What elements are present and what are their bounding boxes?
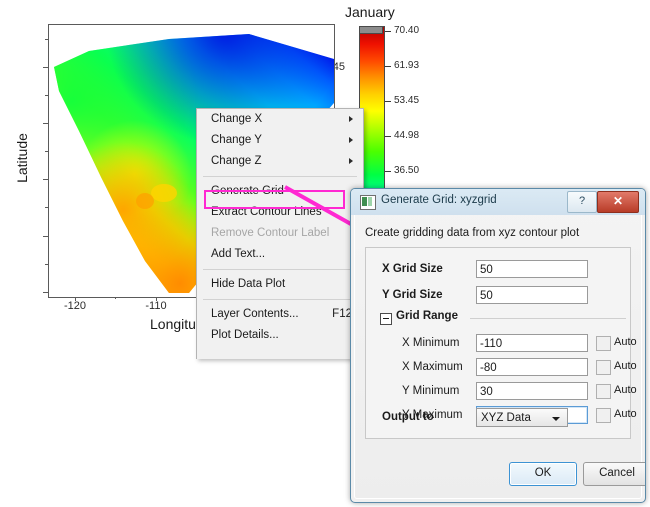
grid-range-header[interactable]: Grid Range [380, 310, 626, 326]
x-grid-size-label: X Grid Size [382, 263, 443, 275]
x-tick-label: -120 [63, 300, 87, 312]
x-maximum-label: X Maximum [402, 361, 463, 373]
x-maximum-auto-label: Auto [614, 360, 637, 372]
collapse-toggle-icon[interactable] [380, 313, 392, 325]
chevron-down-icon [552, 417, 560, 421]
output-to-value: XYZ Data [481, 412, 531, 424]
menu-item-label: Change X [211, 113, 263, 125]
y-minimum-input[interactable]: 30 [476, 382, 588, 400]
menu-item-change-y[interactable]: Change Y [197, 130, 363, 151]
cancel-button[interactable]: Cancel [583, 462, 645, 486]
colorbar-tick-label: 70.40 [394, 25, 420, 36]
colorbar-tick [385, 171, 391, 172]
app-icon [360, 195, 376, 210]
x-maximum-row: X Maximum -80 Auto [366, 358, 637, 380]
colorbar-overflow-head [359, 26, 383, 34]
menu-item-label: Plot Details... [211, 329, 279, 341]
output-to-label: Output to [382, 411, 434, 423]
colorbar-title: January [345, 4, 395, 20]
menu-item-change-z[interactable]: Change Z [197, 151, 363, 172]
menu-separator [203, 299, 357, 300]
colorbar-tick [385, 136, 391, 137]
colorbar-tick-label: 61.93 [394, 60, 420, 71]
y-grid-size-input[interactable]: 50 [476, 286, 588, 304]
menu-separator [203, 269, 357, 270]
dialog-subtitle: Create gridding data from xyz contour pl… [365, 227, 580, 239]
generate-grid-dialog[interactable]: Generate Grid: xyzgrid ? ✕ Create griddi… [350, 188, 646, 503]
settings-group: X Grid Size 50 Y Grid Size 50 Grid Range… [365, 247, 637, 439]
output-to-dropdown[interactable]: XYZ Data [476, 408, 568, 427]
y-minimum-row: Y Minimum 30 Auto [366, 382, 637, 404]
menu-separator [203, 176, 357, 177]
colorbar-tick [385, 31, 391, 32]
menu-item-plot-details[interactable]: Plot Details... [197, 325, 363, 346]
y-grid-size-label: Y Grid Size [382, 289, 443, 301]
menu-item-label: Add Text... [211, 248, 266, 260]
x-maximum-auto-checkbox[interactable] [596, 360, 611, 375]
colorbar-tick-label: 44.98 [394, 130, 420, 141]
menu-item-label: Remove Contour Label [211, 227, 330, 239]
generate-grid-highlight-box [204, 190, 345, 209]
y-axis-title: Latitude [14, 133, 30, 183]
menu-item-label: Change Z [211, 155, 262, 167]
grid-range-label: Grid Range [396, 310, 458, 322]
menu-item-remove-contour-label: Remove Contour Label [197, 223, 363, 244]
chevron-right-icon [349, 116, 353, 122]
colorbar-tick [385, 101, 391, 102]
ok-button[interactable]: OK [509, 462, 577, 486]
x-maximum-input[interactable]: -80 [476, 358, 588, 376]
x-tick-label: -110 [145, 300, 167, 312]
colorbar-tick [385, 66, 391, 67]
x-minimum-input[interactable]: -110 [476, 334, 588, 352]
chevron-right-icon [349, 137, 353, 143]
x-minimum-row: X Minimum -110 Auto [366, 334, 637, 356]
x-grid-size-row: X Grid Size 50 [366, 260, 630, 282]
y-grid-size-row: Y Grid Size 50 [366, 286, 630, 308]
menu-item-hide-data-plot[interactable]: Hide Data Plot [197, 274, 363, 295]
help-icon[interactable]: ? [567, 191, 597, 213]
screenshot-root: Latitude 45 40 35 30 25 -120 -110 -100 L… [0, 0, 650, 507]
context-menu[interactable]: Change X Change Y Change Z Generate Grid… [196, 108, 364, 359]
x-grid-size-input[interactable]: 50 [476, 260, 588, 278]
y-minimum-auto-label: Auto [614, 384, 637, 396]
menu-item-layer-contents[interactable]: Layer Contents... F12 [197, 304, 363, 325]
colorbar-tick-label: 36.50 [394, 165, 420, 176]
colorbar-tick-label: 53.45 [394, 95, 420, 106]
chevron-right-icon [349, 158, 353, 164]
close-icon[interactable]: ✕ [597, 191, 639, 213]
dialog-title: Generate Grid: xyzgrid [381, 194, 497, 206]
menu-item-add-text[interactable]: Add Text... [197, 244, 363, 265]
menu-item-label: Change Y [211, 134, 262, 146]
y-minimum-auto-checkbox[interactable] [596, 384, 611, 399]
menu-item-label: Hide Data Plot [211, 278, 286, 290]
x-minimum-auto-checkbox[interactable] [596, 336, 611, 351]
menu-item-change-x[interactable]: Change X [197, 109, 363, 130]
x-minimum-auto-label: Auto [614, 336, 637, 348]
y-minimum-label: Y Minimum [402, 385, 460, 397]
dialog-titlebar[interactable]: Generate Grid: xyzgrid ? ✕ [351, 189, 645, 215]
menu-item-label: Layer Contents... [211, 308, 299, 320]
x-minimum-label: X Minimum [402, 337, 460, 349]
group-divider [470, 318, 626, 319]
